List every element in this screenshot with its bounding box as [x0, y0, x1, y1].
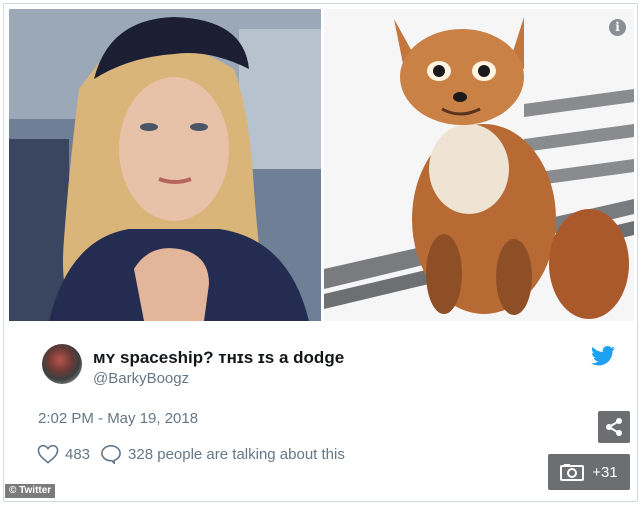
tweet-embed-card: i ᴍʏ spaceship? ᴛʜɪs ɪs a dodge @BarkyBo… — [3, 3, 638, 502]
photo-woman-in-black-hat[interactable] — [9, 9, 321, 321]
like-count[interactable]: 483 — [65, 446, 90, 463]
camera-icon — [560, 464, 585, 481]
twitter-bird-icon[interactable] — [591, 346, 615, 366]
gallery-button[interactable]: +31 — [548, 454, 630, 490]
photo-stoned-fox[interactable]: i — [324, 9, 634, 321]
talking-about-text[interactable]: 328 people are talking about this — [128, 446, 345, 463]
tweet-body: ᴍʏ spaceship? ᴛʜɪs ɪs a dodge @BarkyBoog… — [9, 322, 634, 500]
user-handle[interactable]: @BarkyBoogz — [93, 370, 189, 387]
tweet-timestamp[interactable]: 2:02 PM - May 19, 2018 — [38, 410, 198, 427]
info-icon[interactable]: i — [609, 19, 626, 36]
speech-bubble-icon[interactable] — [100, 444, 122, 464]
heart-icon[interactable] — [37, 444, 59, 464]
gallery-count: +31 — [592, 463, 618, 481]
image-credit: © Twitter — [5, 484, 56, 498]
display-name[interactable]: ᴍʏ spaceship? ᴛʜɪs ɪs a dodge — [93, 348, 344, 368]
share-button[interactable] — [598, 411, 630, 443]
fox-photo-illustration — [324, 9, 634, 321]
share-icon — [606, 418, 622, 436]
tweet-stats: 483 328 people are talking about this — [37, 444, 355, 464]
tweet-media: i — [9, 9, 634, 321]
avatar[interactable] — [42, 344, 82, 384]
woman-photo-illustration — [9, 9, 321, 321]
